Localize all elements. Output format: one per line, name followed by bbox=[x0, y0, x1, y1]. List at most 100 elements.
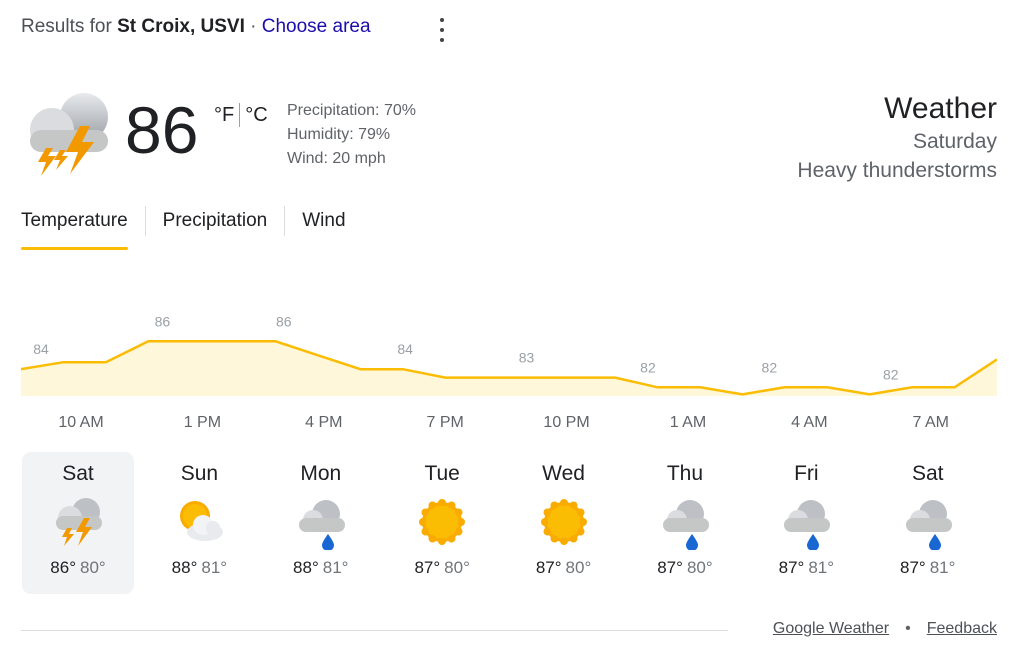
day-high: 87° bbox=[778, 558, 805, 577]
temperature-value-label: 84 bbox=[33, 341, 49, 357]
temperature-value-label: 83 bbox=[519, 350, 535, 366]
current-temperature: 86 bbox=[125, 93, 199, 167]
temperature-value-label: 82 bbox=[640, 359, 656, 375]
day-card-6[interactable]: Fri 87° 81° bbox=[750, 452, 862, 594]
footer-dot: • bbox=[905, 620, 911, 637]
day-temps: 86° 80° bbox=[22, 558, 134, 578]
day-name: Fri bbox=[794, 462, 819, 485]
time-label: 4 PM bbox=[305, 414, 343, 431]
showers-icon bbox=[293, 494, 349, 551]
day-high: 87° bbox=[535, 558, 562, 577]
showers-icon bbox=[900, 494, 956, 551]
day-low: 80° bbox=[80, 558, 106, 577]
results-for: Results for St Croix, USVI · Choose area bbox=[21, 16, 371, 38]
current-details: Precipitation: 70% Humidity: 79% Wind: 2… bbox=[287, 99, 416, 171]
day-temps: 88° 81° bbox=[143, 558, 255, 578]
day-name: Thu bbox=[666, 462, 704, 485]
tab-divider bbox=[284, 206, 286, 236]
temperature-value-label: 82 bbox=[762, 359, 778, 375]
weather-day: Saturday bbox=[912, 130, 997, 153]
day-temps: 88° 81° bbox=[265, 558, 377, 578]
showers-icon bbox=[778, 494, 834, 551]
sunny-icon bbox=[414, 494, 470, 550]
thunderstorm-icon bbox=[50, 494, 106, 550]
day-high: 87° bbox=[900, 558, 926, 577]
results-prefix: Results for bbox=[21, 16, 112, 37]
tab-temperature[interactable]: Temperature bbox=[21, 206, 128, 250]
google-weather-link[interactable]: Google Weather bbox=[773, 620, 889, 638]
temperature-value-label: 82 bbox=[883, 366, 899, 382]
day-temps: 87° 80° bbox=[508, 558, 620, 578]
partly-cloudy-icon bbox=[171, 494, 227, 550]
day-name: Sat bbox=[911, 462, 944, 485]
day-name: Mon bbox=[300, 462, 342, 485]
tab-divider bbox=[144, 206, 146, 236]
day-high: 87° bbox=[657, 558, 683, 577]
more-vert-icon[interactable] bbox=[434, 18, 450, 42]
choose-area-link[interactable]: Choose area bbox=[262, 16, 371, 37]
day-temps: 87° 81° bbox=[872, 558, 984, 578]
time-label: 7 AM bbox=[912, 414, 949, 431]
unit-celsius[interactable]: °C bbox=[245, 104, 267, 127]
chart-tabs: Temperature Precipitation Wind bbox=[21, 206, 346, 250]
showers-icon bbox=[657, 494, 713, 551]
day-low: 80° bbox=[565, 558, 592, 577]
day-low: 80° bbox=[444, 558, 470, 577]
time-label: 1 PM bbox=[183, 414, 222, 431]
tab-wind[interactable]: Wind bbox=[302, 206, 345, 236]
temperature-value-label: 84 bbox=[397, 341, 413, 357]
weather-header: Weather Saturday Heavy thunderstorms bbox=[797, 92, 997, 184]
day-name: Wed bbox=[542, 462, 585, 485]
time-label: 10 AM bbox=[58, 414, 104, 431]
day-high: 87° bbox=[414, 558, 441, 577]
temperature-area bbox=[21, 341, 997, 396]
location-name: St Croix, USVI bbox=[117, 16, 245, 37]
day-high: 88° bbox=[293, 558, 319, 577]
day-temps: 87° 80° bbox=[386, 558, 498, 578]
humidity-text: Humidity: 79% bbox=[287, 126, 391, 143]
time-label: 7 PM bbox=[426, 414, 464, 431]
sunny-icon bbox=[536, 494, 592, 550]
time-label: 1 AM bbox=[669, 414, 707, 431]
temperature-chart[interactable]: 84 86 86 84 83 82 82 82 bbox=[21, 290, 997, 400]
day-card-7[interactable]: Sat 87° 81° bbox=[872, 452, 984, 594]
day-temps: 87° 81° bbox=[750, 558, 862, 578]
footer-divider bbox=[21, 630, 728, 631]
day-low: 81° bbox=[929, 558, 956, 577]
day-low: 80° bbox=[686, 558, 713, 577]
day-low: 81° bbox=[322, 558, 349, 577]
precipitation-text: Precipitation: 70% bbox=[287, 102, 416, 119]
weather-condition: Heavy thunderstorms bbox=[797, 159, 997, 182]
unit-toggle: °F °C bbox=[214, 103, 268, 127]
chart-time-axis: 10 AM 1 PM 4 PM 7 PM 10 PM 1 AM 4 AM 7 AM bbox=[21, 414, 997, 436]
day-name: Tue bbox=[424, 462, 460, 485]
separator: · bbox=[250, 16, 257, 37]
temperature-chart-svg: 84 86 86 84 83 82 82 82 bbox=[21, 313, 997, 396]
tab-precipitation[interactable]: Precipitation bbox=[163, 206, 268, 236]
day-name: Sun bbox=[180, 462, 219, 485]
day-card-5[interactable]: Thu 87° 80° bbox=[629, 452, 741, 594]
day-card-1[interactable]: Sun 88° 81° bbox=[143, 452, 255, 594]
daily-forecast: Sat 86° 80° Sun 88° 81° Mon 88° 81° Tue 87° 80° Wed 8… bbox=[21, 452, 997, 594]
day-card-4[interactable]: Wed 87° 80° bbox=[508, 452, 620, 594]
feedback-link[interactable]: Feedback bbox=[927, 620, 997, 638]
footer: Google Weather • Feedback bbox=[773, 620, 997, 638]
day-name: Sat bbox=[62, 462, 94, 485]
unit-separator bbox=[239, 103, 241, 127]
unit-fahrenheit[interactable]: °F bbox=[214, 104, 234, 127]
time-label: 10 PM bbox=[543, 414, 590, 431]
day-high: 86° bbox=[50, 558, 76, 577]
day-low: 81° bbox=[808, 558, 835, 577]
temperature-value-label: 86 bbox=[155, 313, 171, 329]
day-card-3[interactable]: Tue 87° 80° bbox=[386, 452, 498, 594]
day-temps: 87° 80° bbox=[629, 558, 741, 578]
day-card-2[interactable]: Mon 88° 81° bbox=[265, 452, 377, 594]
day-card-0[interactable]: Sat 86° 80° bbox=[22, 452, 134, 594]
time-label: 4 AM bbox=[791, 414, 828, 431]
wind-text: Wind: 20 mph bbox=[287, 150, 386, 167]
weather-title: Weather bbox=[884, 92, 997, 125]
thunderstorm-icon bbox=[22, 92, 112, 182]
day-low: 81° bbox=[201, 558, 228, 577]
temperature-value-label: 86 bbox=[276, 313, 292, 329]
day-high: 88° bbox=[171, 558, 198, 577]
